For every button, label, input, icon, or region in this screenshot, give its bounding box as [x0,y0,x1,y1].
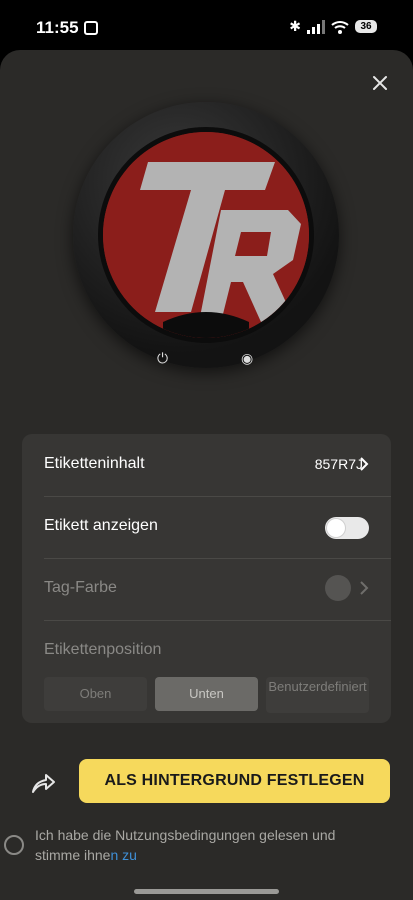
bluetooth-icon: ✱ [289,18,301,34]
wallpaper-sheet: ⏻ ◉ Etiketteninhalt 857R7J Etikett anzei… [0,50,413,900]
chevron-right-icon [360,457,369,471]
position-option-custom[interactable]: Benutzerdefiniert [266,677,369,713]
close-icon[interactable] [367,70,393,96]
device-preview: ⏻ ◉ [73,102,339,368]
chevron-right-icon [360,581,369,595]
label-content-label: Etiketteninhalt [44,455,145,472]
position-option-bottom[interactable]: Unten [155,677,258,711]
status-icons: ✱ 36 [289,18,377,35]
battery-icon: 36 [355,20,377,33]
show-label-row: Etikett anzeigen [22,496,391,558]
position-option-top[interactable]: Oben [44,677,147,711]
set-wallpaper-button[interactable]: ALS HINTERGRUND FESTLEGEN [79,759,390,803]
signal-icon [307,19,325,34]
wifi-icon [331,20,349,34]
tag-color-label: Tag-Farbe [44,579,117,596]
terms-text: Ich habe die Nutzungsbedingungen gelesen… [35,825,380,865]
terms-link[interactable]: n zu [110,847,136,863]
notification-icon [84,21,98,35]
label-position-label: Etikettenposition [44,641,162,658]
power-icon: ⏻ [157,350,169,366]
show-label-toggle[interactable] [325,517,369,539]
status-time: 11:55 [36,18,79,37]
label-settings-panel: Etiketteninhalt 857R7J Etikett anzeigen … [22,434,391,723]
show-label-label: Etikett anzeigen [44,517,158,534]
status-bar: 11:55 ✱ 36 [0,0,413,50]
record-icon: ◉ [241,350,254,366]
label-content-value: 857R7J [314,456,363,472]
wallpaper-preview [103,132,309,338]
label-content-row[interactable]: Etiketteninhalt 857R7J [22,434,391,496]
share-icon[interactable] [30,770,56,796]
tag-color-swatch [325,575,351,601]
label-position-selector: Oben Unten Benutzerdefiniert [44,677,369,713]
tag-color-row[interactable]: Tag-Farbe [22,558,391,620]
home-indicator [134,889,279,894]
terms-text-main: Ich habe die Nutzungsbedingungen gelesen… [35,827,336,863]
terms-checkbox[interactable] [4,835,24,855]
label-position-row: Etikettenposition [22,620,391,682]
toggle-knob [327,519,345,537]
